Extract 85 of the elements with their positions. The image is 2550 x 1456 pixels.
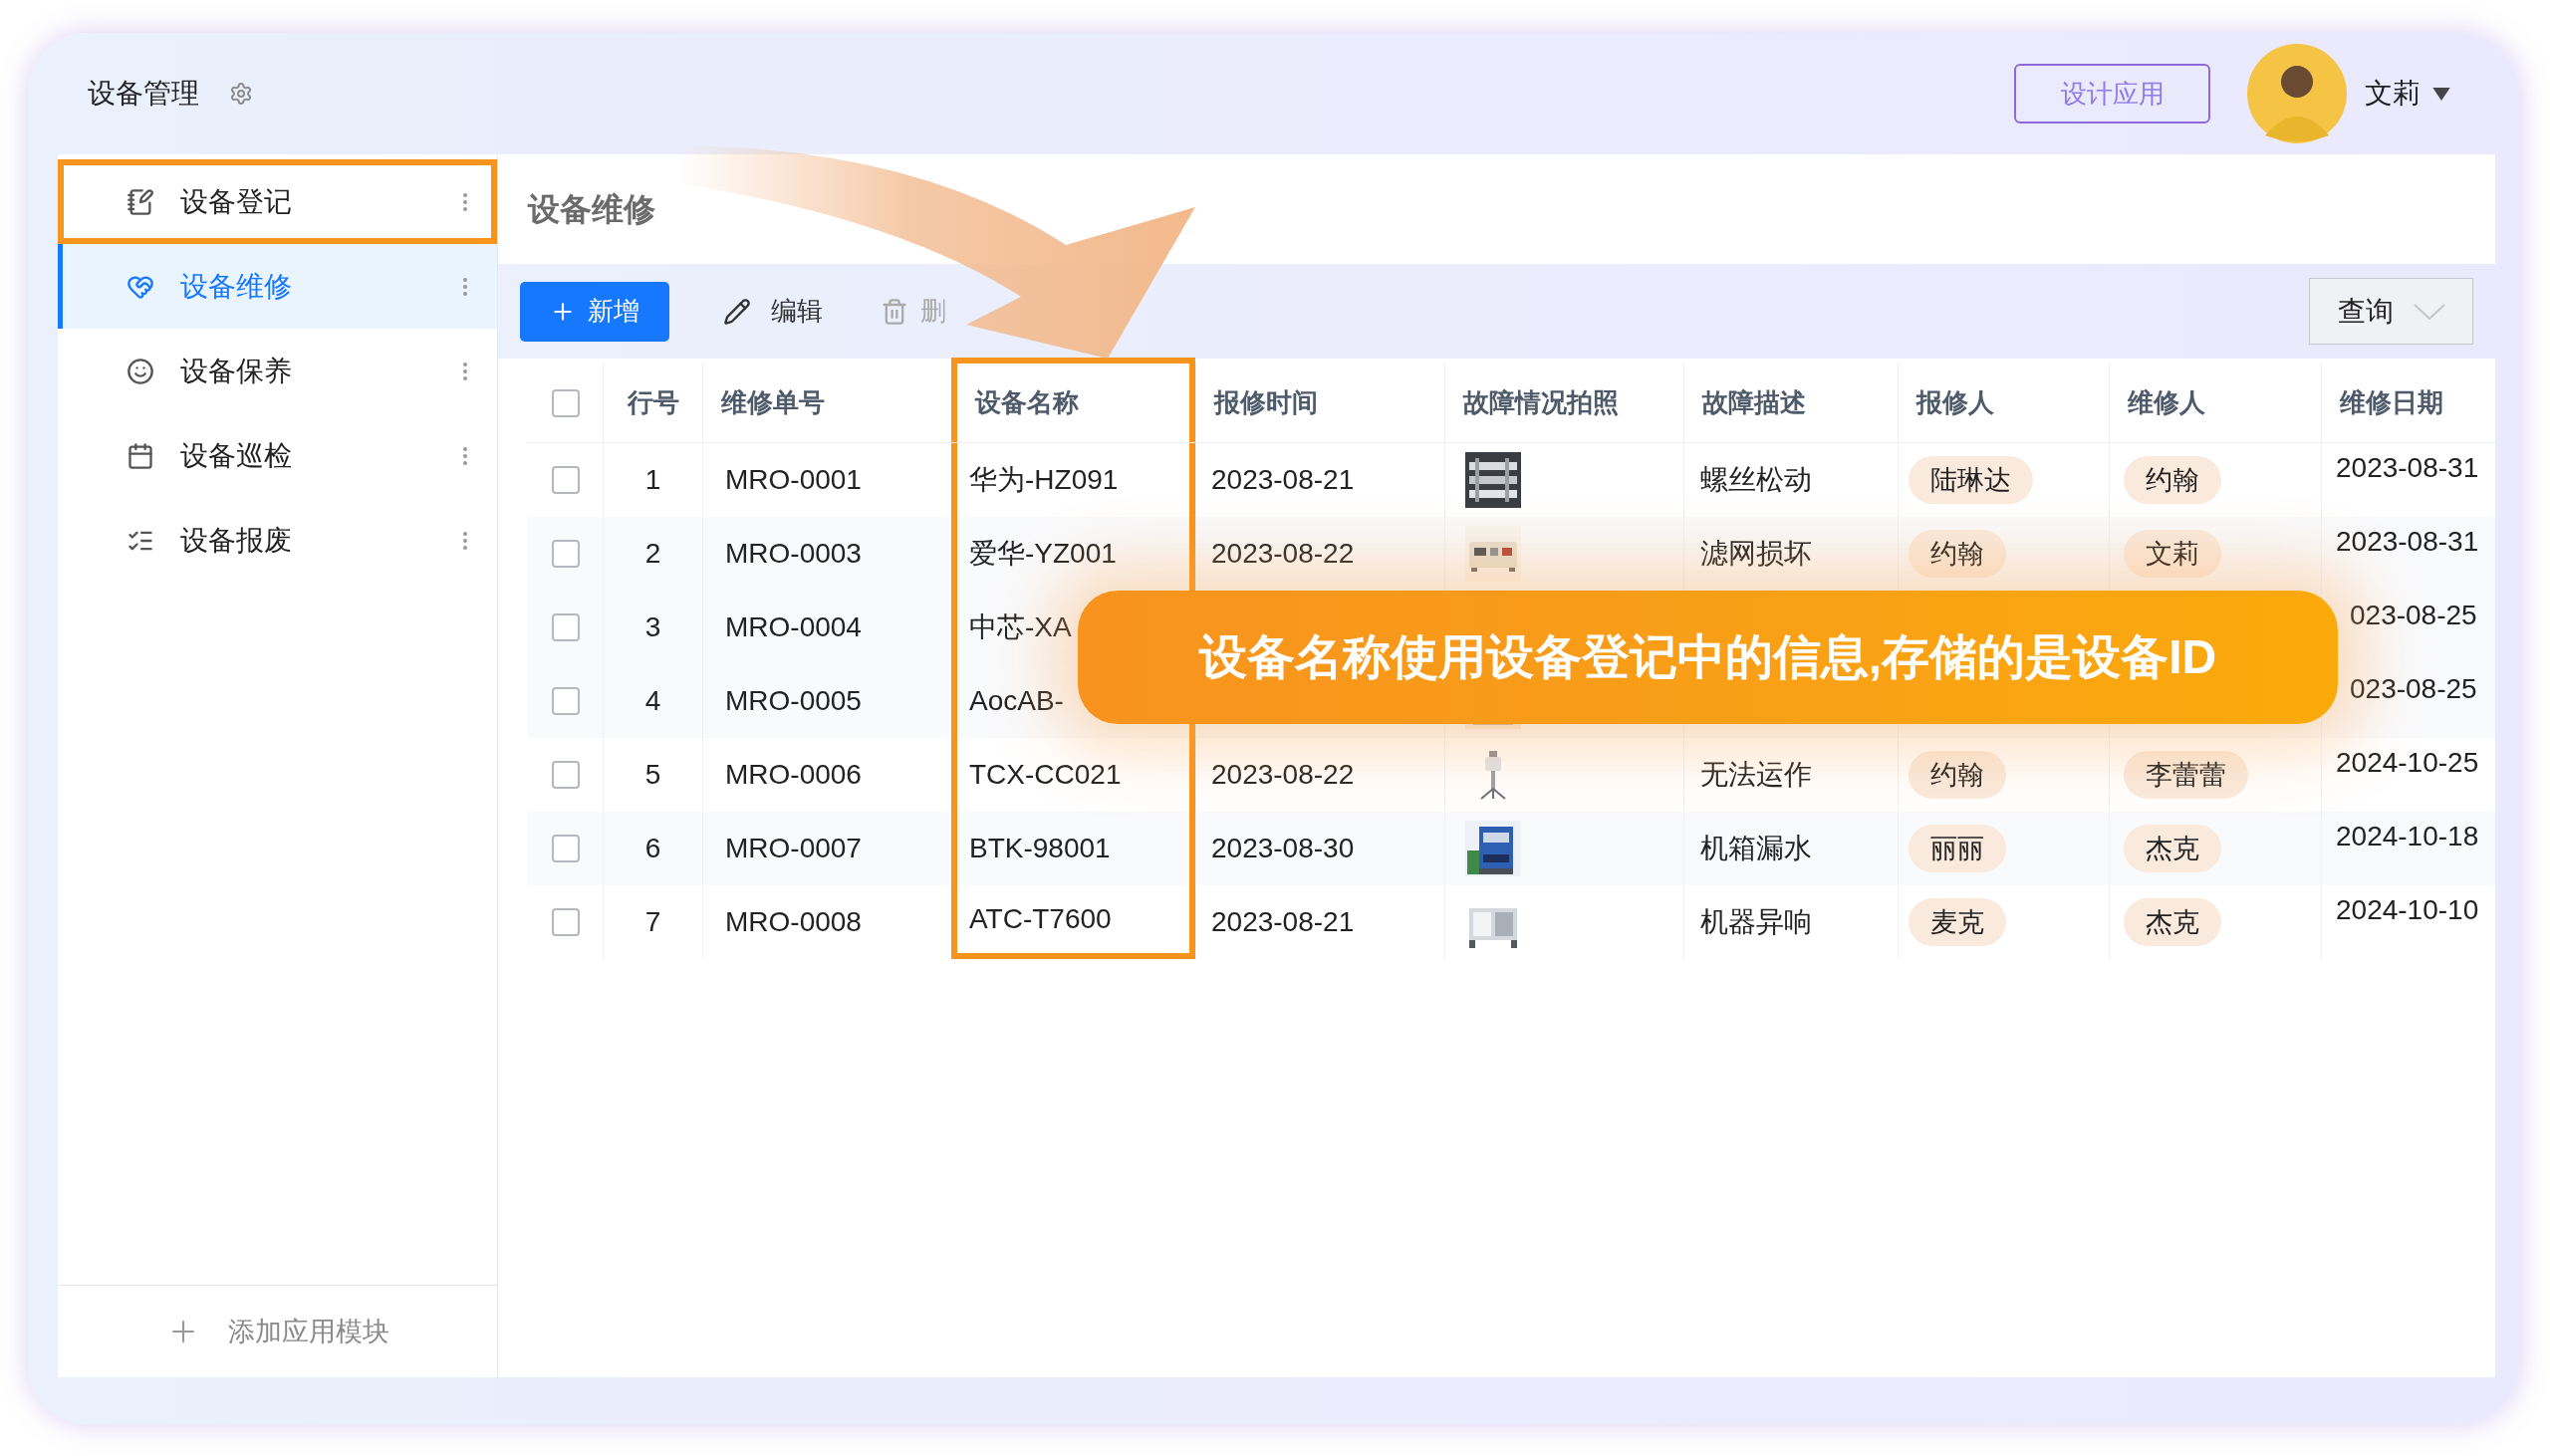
table-cell-text: 7 [644, 905, 661, 939]
table-cell-text: 3 [644, 610, 661, 644]
sidebar-item[interactable]: 设备登记 [58, 159, 497, 244]
table-cell: 2023-08-31 [2336, 526, 2479, 557]
table-cell-text: 2 [644, 537, 661, 571]
sidebar-item[interactable]: 设备巡检 [58, 413, 497, 498]
table-cell-text: 2023-08-30 [1211, 832, 1355, 865]
column-header: 维修人 [2109, 364, 2321, 442]
query-button[interactable]: 查询 [2309, 278, 2473, 345]
table-cell-text: 中芯-XA [969, 610, 1072, 644]
reporter-tag: 丽丽 [1909, 824, 2006, 873]
chevron-down-icon [2413, 303, 2445, 320]
table-cell-text: 螺丝松动 [1700, 463, 1812, 497]
table-cell-text: 2023-08-21 [1211, 463, 1355, 497]
repairer-tag: 杰克 [2124, 897, 2221, 947]
table-cell: 2024-10-18 [2336, 821, 2479, 851]
column-header: 故障情况拍照 [1444, 364, 1683, 442]
repairer-tag: 约翰 [2124, 455, 2221, 505]
trash-icon [881, 297, 908, 326]
table-cell-text: 机器异响 [1700, 905, 1812, 939]
table-cell-text: 2023-08-22 [1211, 537, 1355, 571]
column-header: 行号 [603, 364, 702, 442]
column-header: 报修时间 [1195, 364, 1444, 442]
table-cell-text: MRO-0003 [725, 537, 862, 571]
table-cell: 023-08-25 [2350, 600, 2477, 630]
checkbox[interactable] [551, 687, 580, 715]
checkbox[interactable] [551, 540, 580, 568]
table-cell-text: 2023-08-22 [1211, 758, 1355, 792]
sidebar-item[interactable]: 设备保养 [58, 329, 497, 413]
checkbox[interactable] [551, 761, 580, 789]
reporter-tag: 约翰 [1909, 750, 2006, 800]
caret-icon[interactable] [2432, 87, 2450, 101]
app-title: 设备管理 [88, 77, 199, 111]
smiley-icon [127, 357, 154, 385]
notebook-pen-icon [127, 187, 154, 216]
checkbox[interactable] [551, 388, 580, 417]
table-cell-text: MRO-0008 [725, 905, 862, 939]
column-header: 维修单号 [702, 364, 951, 442]
table-cell-text: 2023-08-21 [1211, 905, 1355, 939]
pencil-icon [723, 297, 751, 326]
edit-button[interactable]: 编辑 [709, 281, 837, 342]
checkbox[interactable] [551, 908, 580, 936]
table-cell-text: 无法运作 [1700, 758, 1812, 792]
callout-text: 设备名称使用设备登记中的信息,存储的是设备ID [1198, 629, 2217, 685]
checkbox[interactable] [551, 835, 580, 862]
table-cell-text: 华为-HZ091 [969, 463, 1119, 497]
table-cell-text: 滤网损坏 [1700, 537, 1812, 571]
table-cell-text: MRO-0007 [725, 832, 862, 865]
sidebar-item[interactable]: 设备报废 [58, 498, 497, 583]
table-cell: 2024-10-25 [2336, 747, 2479, 778]
table-cell-text: 5 [644, 758, 661, 792]
repairer-tag: 李蕾蕾 [2124, 750, 2248, 800]
table-cell-text: TCX-CC021 [969, 758, 1122, 792]
table-cell-text: ATC-T7600 [969, 902, 1112, 936]
avatar[interactable] [2247, 44, 2347, 143]
table-cell: 023-08-25 [2350, 673, 2477, 704]
sidebar-item[interactable]: 设备维修 [58, 244, 497, 329]
table-cell-text: MRO-0001 [725, 463, 862, 497]
calendar-icon [127, 441, 154, 470]
table-cell-text: 4 [644, 684, 661, 718]
column-header: 报修人 [1898, 364, 2109, 442]
repairer-tag: 文莉 [2124, 529, 2221, 579]
user-name[interactable]: 文莉 [2365, 73, 2421, 115]
reporter-tag: 麦克 [1909, 897, 2006, 947]
checkbox[interactable] [551, 466, 580, 494]
table-cell-text: 机箱漏水 [1700, 832, 1812, 865]
table-cell-text: MRO-0006 [725, 758, 862, 792]
table-cell: 2023-08-31 [2336, 452, 2479, 483]
reporter-tag: 约翰 [1909, 529, 2006, 579]
column-header: 故障描述 [1683, 364, 1898, 442]
reporter-tag: 陆琳达 [1909, 455, 2033, 505]
page-title: 设备维修 [528, 190, 655, 229]
table-cell-text: AocAB- [969, 684, 1064, 718]
repairer-tag: 杰克 [2124, 824, 2221, 873]
table-cell-text: MRO-0004 [725, 610, 862, 644]
table-cell-text: BTK-98001 [969, 832, 1111, 865]
settings-icon[interactable] [229, 82, 253, 106]
table-cell-text: 6 [644, 832, 661, 865]
table-cell-text: 爱华-YZ001 [969, 537, 1117, 571]
column-header: 维修日期 [2321, 364, 2490, 442]
checkbox[interactable] [551, 613, 580, 641]
add-button[interactable]: 新增 [520, 281, 669, 342]
table-cell-text: MRO-0005 [725, 684, 862, 718]
table-cell: 2024-10-10 [2336, 894, 2479, 925]
table-cell-text: 1 [644, 463, 661, 497]
